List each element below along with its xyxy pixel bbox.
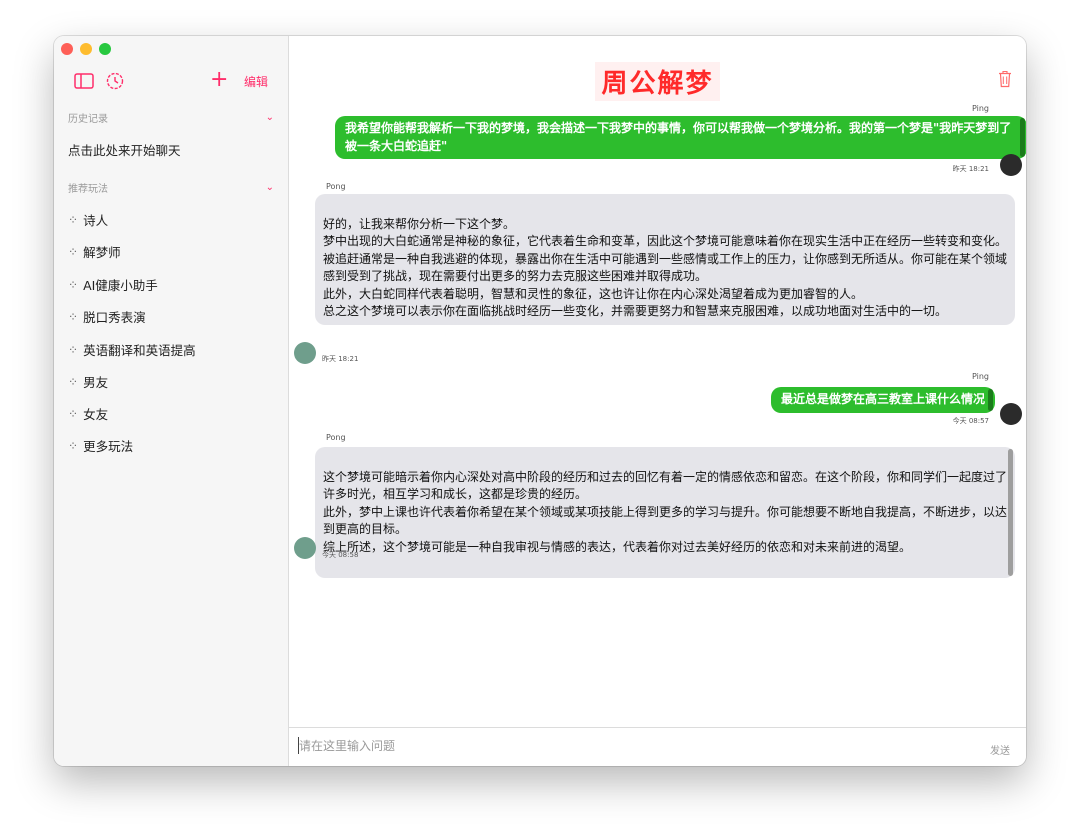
page-title: 周公解梦 — [595, 62, 720, 101]
message-time: 今天 08:58 — [322, 551, 359, 559]
recommended-section-header[interactable]: 推荐玩法 ⌄ — [68, 180, 274, 195]
sidebar-item-label: 更多玩法 — [83, 439, 134, 454]
sidebar: + 编辑 历史记录 ⌄ 点击此处来开始聊天 推荐玩法 ⌄ ⁘ 诗人 ⁘ 解梦师 ⁘ A… — [54, 36, 289, 766]
recommended-section-title: 推荐玩法 — [68, 184, 108, 195]
app-window: + 编辑 历史记录 ⌄ 点击此处来开始聊天 推荐玩法 ⌄ ⁘ 诗人 ⁘ 解梦师 ⁘ A… — [54, 36, 1026, 766]
close-window-button[interactable] — [61, 43, 73, 55]
message-text: 这个梦境可能暗示着你内心深处对高中阶段的经历和过去的回忆有着一定的情感依恋和留恋… — [323, 469, 1008, 554]
message-sender: Pong — [326, 182, 346, 191]
sidebar-item-label: 解梦师 — [83, 245, 121, 260]
sidebar-item-girlfriend[interactable]: ⁘ 女友 — [68, 404, 108, 423]
sidebar-item-label: 诗人 — [83, 213, 109, 228]
history-item-label: 点击此处来开始聊天 — [68, 143, 181, 158]
sidebar-item-dream-interpreter[interactable]: ⁘ 解梦师 — [68, 242, 121, 261]
sidebar-toggle-icon[interactable] — [74, 73, 94, 89]
sparkle-icon: ⁘ — [68, 374, 79, 389]
sidebar-item-label: 男友 — [83, 375, 109, 390]
sparkle-icon: ⁘ — [68, 277, 79, 292]
message-time: 昨天 18:21 — [952, 165, 989, 173]
avatar — [294, 342, 316, 364]
sparkle-icon: ⁘ — [68, 244, 79, 259]
chevron-down-icon[interactable]: ⌄ — [266, 112, 274, 123]
avatar — [1000, 403, 1022, 425]
sparkle-icon: ⁘ — [68, 406, 79, 421]
message-time: 昨天 18:21 — [322, 355, 359, 363]
sidebar-item-label: 英语翻译和英语提高 — [83, 343, 196, 358]
input-bar: 发送 — [289, 727, 1026, 766]
sidebar-item-label: 脱口秀表演 — [83, 310, 146, 325]
sidebar-item-english-translate[interactable]: ⁘ 英语翻译和英语提高 — [68, 340, 196, 359]
bubble-scrollbar[interactable] — [1020, 118, 1025, 157]
bubble-scrollbar[interactable] — [1008, 449, 1013, 576]
chevron-down-icon[interactable]: ⌄ — [266, 182, 274, 193]
message-time: 今天 08:57 — [952, 417, 989, 425]
message-text: 最近总是做梦在高三教室上课什么情况 — [780, 392, 985, 406]
sidebar-item-boyfriend[interactable]: ⁘ 男友 — [68, 372, 108, 391]
sidebar-item-health-assistant[interactable]: ⁘ AI健康小助手 — [68, 275, 158, 294]
clock-icon[interactable] — [106, 72, 124, 90]
sidebar-item-more[interactable]: ⁘ 更多玩法 — [68, 436, 133, 455]
sparkle-icon: ⁘ — [68, 212, 79, 227]
bubble-scrollbar[interactable] — [988, 389, 993, 411]
edit-button[interactable]: 编辑 — [244, 73, 268, 90]
add-chat-button[interactable]: + — [210, 69, 228, 91]
user-message-bubble[interactable]: 我希望你能帮我解析一下我的梦境，我会描述一下我梦中的事情，你可以帮我做一个梦境分… — [335, 116, 1026, 159]
minimize-window-button[interactable] — [80, 43, 92, 55]
chat-panel: 周公解梦 Ping 我希望你能帮我解析一下我的梦境，我会描述一下我梦中的事情，你… — [289, 36, 1026, 766]
trash-icon[interactable] — [998, 70, 1012, 92]
bot-message-bubble[interactable]: 好的，让我来帮你分析一下这个梦。 梦中出现的大白蛇通常是神秘的象征，它代表着生命… — [315, 194, 1015, 325]
message-sender: Pong — [326, 433, 346, 442]
history-section-title: 历史记录 — [68, 114, 108, 125]
question-input[interactable] — [299, 736, 939, 756]
history-section-header[interactable]: 历史记录 ⌄ — [68, 110, 274, 125]
bot-message-bubble[interactable]: 这个梦境可能暗示着你内心深处对高中阶段的经历和过去的回忆有着一定的情感依恋和留恋… — [315, 447, 1015, 578]
avatar — [294, 537, 316, 559]
send-button[interactable]: 发送 — [990, 742, 1010, 757]
message-text: 我希望你能帮我解析一下我的梦境，我会描述一下我梦中的事情，你可以帮我做一个梦境分… — [345, 121, 1012, 153]
message-sender: Ping — [971, 372, 989, 381]
window-controls — [61, 43, 111, 55]
history-item[interactable]: 点击此处来开始聊天 — [68, 140, 181, 159]
avatar — [1000, 154, 1022, 176]
sidebar-item-standup[interactable]: ⁘ 脱口秀表演 — [68, 307, 146, 326]
sidebar-item-label: AI健康小助手 — [83, 278, 158, 293]
user-message-bubble[interactable]: 最近总是做梦在高三教室上课什么情况 — [770, 387, 995, 413]
sparkle-icon: ⁘ — [68, 342, 79, 357]
sparkle-icon: ⁘ — [68, 309, 79, 324]
sidebar-item-label: 女友 — [83, 407, 109, 422]
sparkle-icon: ⁘ — [68, 438, 79, 453]
message-sender: Ping — [971, 104, 989, 113]
sidebar-item-poet[interactable]: ⁘ 诗人 — [68, 210, 108, 229]
message-text: 好的，让我来帮你分析一下这个梦。 梦中出现的大白蛇通常是神秘的象征，它代表着生命… — [323, 216, 1008, 319]
zoom-window-button[interactable] — [99, 43, 111, 55]
